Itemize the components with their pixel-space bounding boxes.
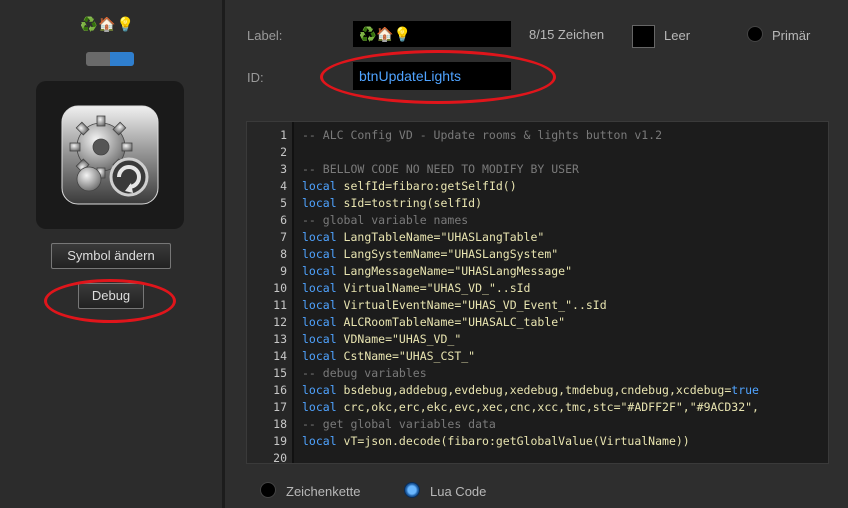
- code-comment: -- ALC Config VD - Update rooms & lights…: [302, 128, 663, 142]
- line-number: 7: [280, 230, 287, 244]
- label-emoji-preview: ♻️🏠💡: [80, 16, 136, 32]
- code-line: -- BELLOW CODE NO NEED TO MODIFY BY USER: [302, 161, 579, 178]
- toggle-off-segment[interactable]: [86, 52, 110, 66]
- line-number: 16: [273, 383, 287, 397]
- code-text: vT=json.decode(fibaro:getGlobalValue(Vir…: [336, 434, 690, 448]
- line-number: 3: [280, 162, 287, 176]
- code-comment: -- debug variables: [302, 366, 427, 380]
- code-line: local vT=json.decode(fibaro:getGlobalVal…: [302, 433, 690, 450]
- id-caption: ID:: [247, 70, 264, 85]
- label-caption: Label:: [247, 28, 283, 43]
- line-number: 6: [280, 213, 287, 227]
- line-number: 18: [273, 417, 287, 431]
- icon-toggle[interactable]: [86, 52, 134, 66]
- change-symbol-button[interactable]: Symbol ändern: [51, 243, 171, 269]
- code-comment: -- BELLOW CODE NO NEED TO MODIFY BY USER: [302, 162, 579, 176]
- leer-label: Leer: [664, 28, 691, 43]
- lua-mode-radio[interactable]: [404, 482, 420, 498]
- code-comment: -- global variable names: [302, 213, 469, 227]
- code-text: crc,okc,erc,ekc,evc,xec,cnc,xcc,tmc,stc=…: [336, 400, 759, 414]
- line-number: 2: [280, 145, 287, 159]
- line-number: 5: [280, 196, 287, 210]
- code-keyword: local: [302, 247, 337, 261]
- color-swatch-checkbox[interactable]: [632, 25, 655, 48]
- code-line: local CstName="UHAS_CST_": [302, 348, 475, 365]
- line-number: 11: [273, 298, 287, 312]
- string-mode-label: Zeichenkette: [286, 484, 361, 499]
- code-keyword: local: [302, 383, 337, 397]
- line-number: 8: [280, 247, 287, 261]
- code-text: selfId=fibaro:getSelfId(): [336, 179, 517, 193]
- code-text: VDName="UHAS_VD_": [336, 332, 462, 346]
- code-line: local LangSystemName="UHASLangSystem": [302, 246, 558, 263]
- primary-label: Primär: [772, 28, 811, 43]
- char-count: 8/15 Zeichen: [529, 27, 605, 42]
- code-keyword: local: [302, 400, 337, 414]
- code-line: -- ALC Config VD - Update rooms & lights…: [302, 127, 662, 144]
- code-comment: -- get global variables data: [302, 417, 496, 431]
- code-line: local LangMessageName="UHASLangMessage": [302, 263, 572, 280]
- label-input[interactable]: ♻️🏠💡: [353, 21, 511, 47]
- line-number: 12: [273, 315, 287, 329]
- highlight-ellipse-id: [320, 50, 556, 104]
- line-number: 20: [273, 451, 287, 464]
- code-line: -- debug variables: [302, 365, 427, 382]
- code-line: local VirtualEventName="UHAS_VD_Event_".…: [302, 297, 607, 314]
- code-keyword: local: [302, 179, 337, 193]
- code-keyword: local: [302, 434, 337, 448]
- code-keyword: local: [302, 230, 337, 244]
- code-keyword: local: [302, 281, 337, 295]
- code-keyword: local: [302, 315, 337, 329]
- string-mode-radio[interactable]: [260, 482, 276, 498]
- code-text: sId=tostring(selfId): [336, 196, 483, 210]
- line-number: 9: [280, 264, 287, 278]
- code-text: bsdebug,addebug,evdebug,xedebug,tmdebug,…: [336, 383, 732, 397]
- line-number: 14: [273, 349, 287, 363]
- code-text: LangMessageName="UHASLangMessage": [336, 264, 573, 278]
- code-keyword: true: [731, 383, 759, 397]
- code-keyword: local: [302, 264, 337, 278]
- code-text: ALCRoomTableName="UHASALC_table": [336, 315, 566, 329]
- code-line: -- global variable names: [302, 212, 468, 229]
- primary-radio[interactable]: [747, 26, 763, 42]
- code-line: local bsdebug,addebug,evdebug,xedebug,tm…: [302, 382, 759, 399]
- code-line: -- get global variables data: [302, 416, 496, 433]
- code-keyword: local: [302, 349, 337, 363]
- line-number: 1: [280, 128, 287, 142]
- code-text-area[interactable]: -- ALC Config VD - Update rooms & lights…: [292, 122, 828, 463]
- line-number: 4: [280, 179, 287, 193]
- code-keyword: local: [302, 196, 337, 210]
- line-number: 10: [273, 281, 287, 295]
- code-line: local VirtualName="UHAS_VD_"..sId: [302, 280, 531, 297]
- code-line: local sId=tostring(selfId): [302, 195, 482, 212]
- line-number: 15: [273, 366, 287, 380]
- code-text: VirtualEventName="UHAS_VD_Event_"..sId: [336, 298, 607, 312]
- code-text: CstName="UHAS_CST_": [336, 349, 476, 363]
- toggle-on-segment[interactable]: [110, 52, 134, 66]
- code-text: VirtualName="UHAS_VD_"..sId: [336, 281, 531, 295]
- settings-gear-icon: [61, 105, 159, 205]
- line-number-gutter: 1 2 3 4 5 6 7 8 9 10 11 12 13 14 15 16 17 18 19 20: [247, 122, 289, 463]
- code-line: local selfId=fibaro:getSelfId(): [302, 178, 517, 195]
- code-line: local crc,okc,erc,ekc,evc,xec,cnc,xcc,tm…: [302, 399, 759, 416]
- code-keyword: local: [302, 332, 337, 346]
- icon-preview-box: [36, 81, 184, 229]
- line-number: 17: [273, 400, 287, 414]
- code-editor[interactable]: 1 2 3 4 5 6 7 8 9 10 11 12 13 14 15 16 17 18 19 20 -- ALC C…: [246, 121, 829, 464]
- line-number: 19: [273, 434, 287, 448]
- code-text: LangSystemName="UHASLangSystem": [336, 247, 559, 261]
- code-text: LangTableName="UHASLangTable": [336, 230, 545, 244]
- code-keyword: local: [302, 298, 337, 312]
- code-line: local LangTableName="UHASLangTable": [302, 229, 544, 246]
- highlight-ellipse-debug: [44, 279, 176, 323]
- code-line: local VDName="UHAS_VD_": [302, 331, 461, 348]
- code-line: local ALCRoomTableName="UHASALC_table": [302, 314, 565, 331]
- lua-mode-label: Lua Code: [430, 484, 487, 499]
- line-number: 13: [273, 332, 287, 346]
